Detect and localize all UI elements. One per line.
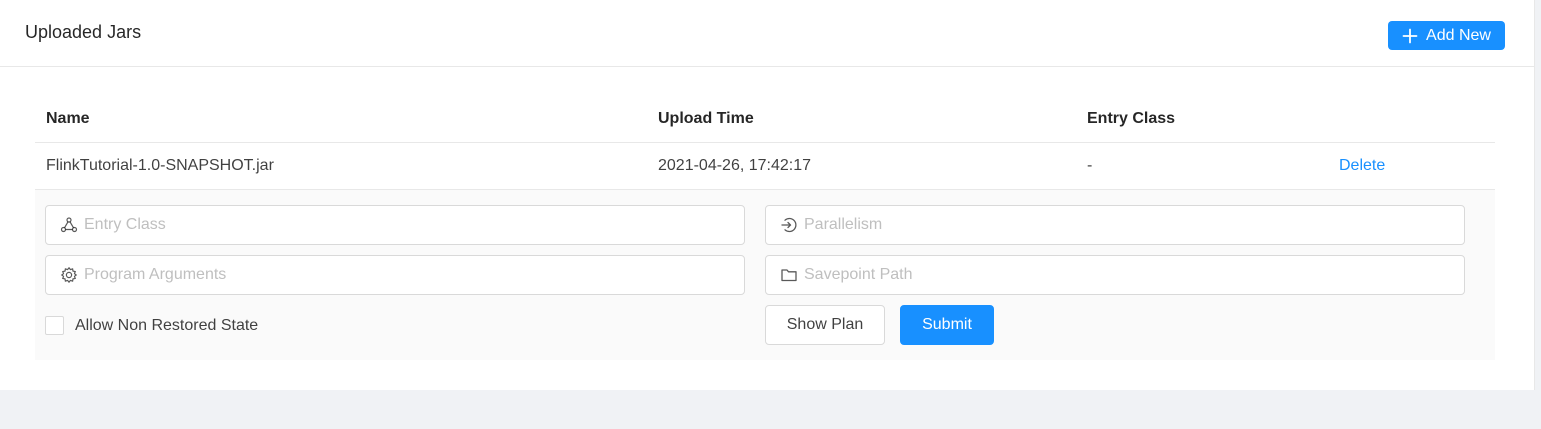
submit-button[interactable]: Submit — [900, 305, 994, 345]
entry-class-field[interactable] — [45, 205, 745, 245]
column-header-upload-time: Upload Time — [658, 110, 754, 127]
table-row[interactable]: FlinkTutorial-1.0-SNAPSHOT.jar 2021-04-2… — [35, 143, 1495, 190]
login-icon — [780, 216, 798, 234]
column-header-entry-class: Entry Class — [1087, 110, 1176, 127]
folder-icon — [780, 266, 798, 284]
submit-job-form: Allow Non Restored State Show Plan Submi… — [35, 190, 1495, 360]
cluster-icon — [60, 216, 78, 234]
add-new-button[interactable]: Add New — [1388, 21, 1505, 50]
savepoint-path-field[interactable] — [765, 255, 1465, 295]
table-header: Name Upload Time Entry Class — [35, 98, 1495, 143]
parallelism-input[interactable] — [804, 216, 1444, 234]
card-title: Uploaded Jars — [25, 22, 142, 42]
jar-entry-class: - — [1087, 157, 1093, 174]
savepoint-path-input[interactable] — [804, 266, 1444, 284]
gear-icon — [60, 266, 78, 284]
delete-link[interactable]: Delete — [1339, 157, 1385, 175]
allow-non-restored-state-option[interactable]: Allow Non Restored State — [45, 316, 258, 335]
column-header-name: Name — [46, 110, 90, 127]
jar-name: FlinkTutorial-1.0-SNAPSHOT.jar — [46, 157, 274, 174]
allow-non-restored-state-label: Allow Non Restored State — [75, 316, 259, 334]
show-plan-button[interactable]: Show Plan — [765, 305, 885, 345]
jars-table: Name Upload Time Entry Class FlinkTutori… — [35, 98, 1495, 360]
add-new-label: Add New — [1426, 26, 1491, 44]
program-arguments-input[interactable] — [84, 266, 724, 284]
plus-icon — [1402, 28, 1418, 44]
scrollbar-gutter — [1535, 0, 1541, 390]
parallelism-field[interactable] — [765, 205, 1465, 245]
program-arguments-field[interactable] — [45, 255, 745, 295]
allow-non-restored-state-checkbox[interactable] — [45, 316, 64, 335]
uploaded-jars-card: Uploaded Jars Add New Name Upload Time E… — [0, 0, 1535, 390]
entry-class-input[interactable] — [84, 216, 724, 234]
card-header: Uploaded Jars Add New — [0, 0, 1534, 67]
jar-upload-time: 2021-04-26, 17:42:17 — [658, 157, 812, 174]
